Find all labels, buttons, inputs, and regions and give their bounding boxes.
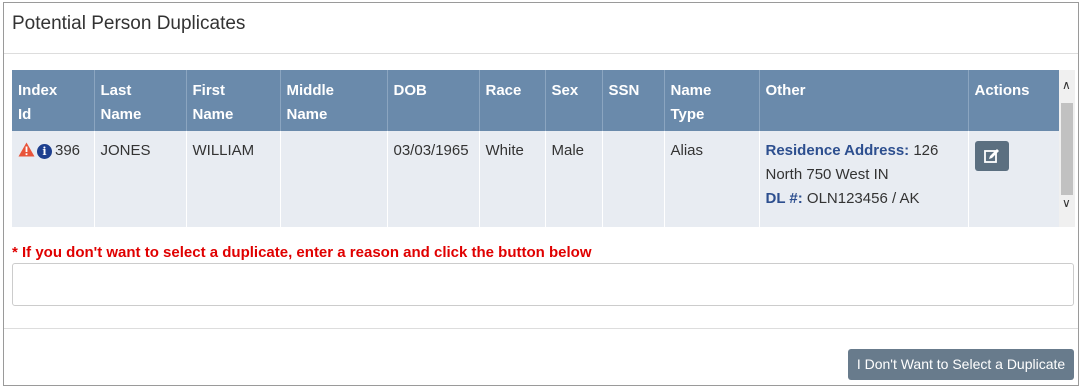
duplicates-panel: Potential Person Duplicates Index Id Last… [3, 2, 1079, 386]
cell-name-type: Alias [664, 131, 760, 227]
col-ssn[interactable]: SSN [602, 70, 665, 131]
duplicates-table: Index Id Last Name First Name Middle Name DO… [12, 70, 1059, 227]
col-other[interactable]: Other [759, 70, 969, 131]
edit-button[interactable] [974, 141, 1009, 171]
cell-last-name: JONES [94, 131, 187, 227]
col-name-type[interactable]: Name Type [664, 70, 760, 131]
cell-first-name: WILLIAM [186, 131, 281, 227]
col-race[interactable]: Race [479, 70, 546, 131]
scroll-up-icon[interactable]: ∧ [1062, 78, 1071, 92]
col-index-id[interactable]: Index Id [12, 70, 95, 131]
duplicates-table-wrapper: Index Id Last Name First Name Middle Name DO… [12, 70, 1059, 227]
cell-dob: 03/03/1965 [387, 131, 480, 227]
warning-icon[interactable] [18, 141, 35, 165]
table-scrollbar[interactable]: ∧ ∨ [1059, 70, 1075, 227]
table-header-row: Index Id Last Name First Name Middle Name DO… [12, 70, 1059, 131]
cell-ssn [602, 131, 665, 227]
cell-actions [968, 131, 1059, 227]
instruction-note: * If you don't want to select a duplicat… [12, 244, 592, 261]
info-icon[interactable]: i [37, 144, 52, 159]
dl-value: OLN123456 / AK [802, 190, 920, 207]
cell-sex: Male [545, 131, 603, 227]
edit-icon [983, 149, 999, 163]
col-last-name[interactable]: Last Name [94, 70, 187, 131]
col-actions: Actions [968, 70, 1059, 131]
divider [4, 53, 1078, 54]
col-sex[interactable]: Sex [545, 70, 603, 131]
cell-other: Residence Address: 126 North 750 West IN… [759, 131, 969, 227]
scrollbar-thumb[interactable] [1061, 103, 1073, 195]
residence-address-label: Residence Address: [765, 142, 910, 159]
cell-race: White [479, 131, 546, 227]
col-dob[interactable]: DOB [387, 70, 480, 131]
table-row[interactable]: i 396 JONES WILLIAM 03/03/1965 White Male… [12, 131, 1059, 227]
divider [4, 328, 1078, 329]
scroll-down-icon[interactable]: ∨ [1062, 196, 1071, 210]
reason-input[interactable] [12, 263, 1074, 306]
col-middle-name[interactable]: Middle Name [280, 70, 388, 131]
panel-title: Potential Person Duplicates [12, 13, 246, 34]
no-duplicate-button[interactable]: I Don't Want to Select a Duplicate [848, 349, 1074, 380]
cell-index-id: i 396 [12, 131, 95, 227]
cell-middle-name [280, 131, 388, 227]
col-first-name[interactable]: First Name [186, 70, 281, 131]
dl-label: DL #: [765, 190, 803, 207]
